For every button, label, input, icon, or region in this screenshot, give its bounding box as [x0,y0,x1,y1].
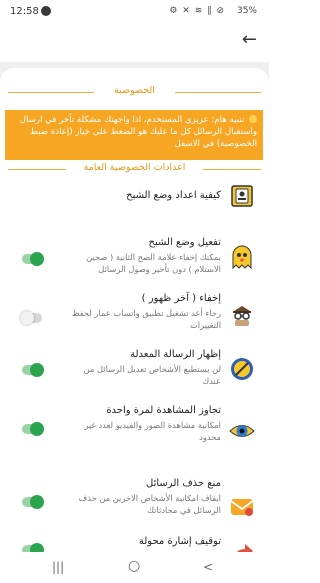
privacy-section-title: الخصوصية [114,85,155,96]
show-edited-toggle[interactable] [22,363,44,377]
whatsapp-notification-icon [41,6,51,16]
settings-card: الخصوصية تنبيه هام: عزيزي المستخدم، اذا … [0,68,269,552]
setting-hide-last-seen[interactable]: إخفاء ( آخر ظهور ) رجاء أعد تشغيل تطبيق … [0,290,269,336]
ghost-guide-icon [229,183,255,209]
spy-icon [229,302,255,328]
warning-banner: تنبيه هام: عزيزي المستخدم، اذا واجهتك مش… [5,110,263,160]
app-bar: ← [0,24,269,62]
pen-icon [229,356,255,382]
status-bar: 12:58 ⚙ ✕ ≋ ∥ ⊘ 35% [0,0,269,24]
status-time: 12:58 [10,6,39,17]
row-title: إخفاء ( آخر ظهور ) [141,293,221,304]
section-divider-left [8,92,94,93]
row-description: ايقاف امكانية الأشخاص الاخرين من حذف الر… [78,493,221,515]
back-arrow-icon[interactable]: ← [242,31,257,49]
nav-back-button[interactable]: < [203,560,213,574]
row-title: تفعيل وضع الشبح [148,237,221,248]
toggle-knob [20,311,34,325]
mail-icon [229,494,255,520]
forward-icon [229,540,255,552]
row-description: رجاء أعد تشغيل تطبيق واتساب عمار لحفظ ال… [71,308,221,330]
setting-show-edited-message[interactable]: إظهار الرسالة المعدلة لن يستطيع الأشخاص … [0,346,269,392]
setting-ghost-mode[interactable]: تفعيل وضع الشبح يمكنك إخفاء علامة الصح ا… [0,234,269,280]
hide-last-seen-toggle[interactable] [20,311,42,325]
section-divider-right [175,92,261,93]
row-description: لن يستطيع الأشخاص تعديل الرسائل من عندك [83,364,221,386]
anti-delete-toggle[interactable] [22,495,44,509]
bypass-view-once-toggle[interactable] [22,422,44,436]
setting-bypass-view-once[interactable]: تجاوز المشاهدة لمرة واحدة امكانية مشاهدة… [0,402,269,458]
status-icons: ⚙ ✕ ≋ ∥ ⊘ [169,6,225,16]
hide-forwarded-toggle[interactable] [22,543,44,552]
row-description: امكانية مشاهدة الصور والفيديو لعدد غير م… [84,420,221,442]
ghost-mode-toggle[interactable] [22,252,44,266]
toggle-knob [30,252,44,266]
row-title: توقيف إشارة محولة [138,536,221,547]
row-title: تجاوز المشاهدة لمرة واحدة [106,405,221,416]
general-privacy-section-title: اعدادات الخصوصية العامة [83,162,186,173]
toggle-knob [30,495,44,509]
eye-icon [229,418,255,444]
setting-ghost-guide[interactable]: كيفية اعداد وضع الشبح [0,176,269,216]
content-sheet: الخصوصية تنبيه هام: عزيزي المستخدم، اذا … [0,62,269,552]
row-description: يمكنك إخفاء علامة الصح الثانية ( صحين ال… [86,252,221,274]
battery-percent: 35% [236,6,257,16]
home-button[interactable]: ○ [128,558,140,574]
section-divider-left [8,169,66,170]
recents-button[interactable]: ||| [52,560,64,574]
section-divider-right [203,169,261,170]
row-title: منع حذف الرسائل [146,478,221,489]
lightbulb-icon [249,115,257,123]
toggle-knob [30,363,44,377]
warning-text: تنبيه هام: عزيزي المستخدم، اذا واجهتك مش… [19,115,257,149]
ghost-icon [229,244,255,270]
setting-hide-forwarded-label[interactable]: توقيف إشارة محولة [0,534,269,552]
system-nav-bar: ||| ○ < [0,552,269,583]
row-title: إظهار الرسالة المعدلة [130,349,221,360]
toggle-knob [30,422,44,436]
row-title: كيفية اعداد وضع الشبح [126,190,221,201]
setting-anti-delete-messages[interactable]: منع حذف الرسائل ايقاف امكانية الأشخاص ال… [0,470,269,526]
toggle-knob [30,543,44,552]
